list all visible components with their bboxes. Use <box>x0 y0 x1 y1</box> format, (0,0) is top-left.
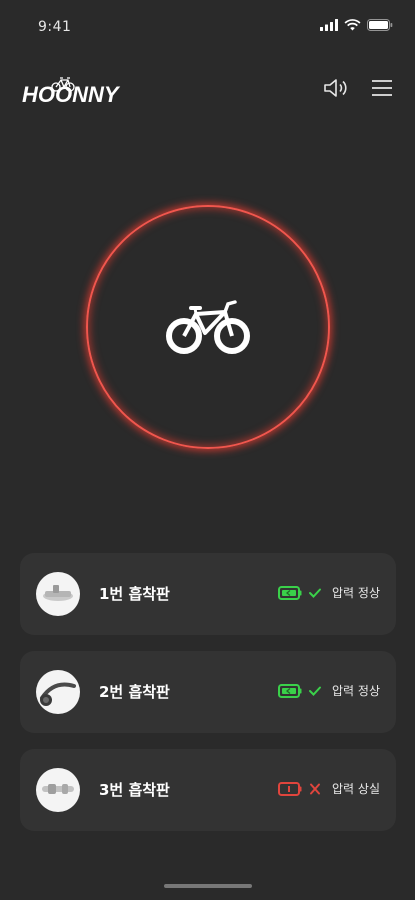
battery-ok-icon <box>278 585 302 600</box>
suction-cup-thumbnail <box>36 670 80 714</box>
close-x-icon <box>310 783 321 794</box>
cellular-signal-icon <box>320 19 338 31</box>
suction-cup-name: 2번 흡착판 <box>99 683 170 701</box>
wifi-icon <box>344 19 361 31</box>
bicycle-icon <box>165 297 251 357</box>
pressure-status-label: 압력 상실 <box>332 782 380 796</box>
svg-text:HOONNY: HOONNY <box>22 82 121 104</box>
pressure-status: 압력 정상 <box>278 584 380 601</box>
suction-cup-name: 3번 흡착판 <box>99 781 170 799</box>
status-time: 9:41 <box>38 19 72 35</box>
suction-cup-card-2[interactable]: 2번 흡착판 압력 정상 <box>20 651 396 733</box>
suction-cup-name: 1번 흡착판 <box>99 585 170 603</box>
status-bar: 9:41 <box>0 0 415 54</box>
pressure-status-label: 압력 정상 <box>332 586 380 600</box>
check-icon <box>309 588 322 598</box>
app-header: HOONNY <box>0 70 415 110</box>
home-indicator[interactable] <box>164 884 252 888</box>
battery-icon <box>367 19 393 31</box>
menu-button[interactable] <box>368 74 396 102</box>
check-icon <box>309 686 322 696</box>
battery-ok-icon <box>278 683 302 698</box>
speaker-icon <box>324 79 347 97</box>
connection-status-ring[interactable] <box>86 205 330 449</box>
hamburger-menu-icon <box>372 80 392 96</box>
suction-cup-thumbnail <box>36 768 80 812</box>
suction-cup-card-3[interactable]: 3번 흡착판 압력 상실 <box>20 749 396 831</box>
app-logo: HOONNY <box>22 76 130 107</box>
pressure-status-label: 압력 정상 <box>332 684 380 698</box>
suction-cup-card-1[interactable]: 1번 흡착판 압력 정상 <box>20 553 396 635</box>
pressure-status: 압력 정상 <box>278 682 380 699</box>
status-icons <box>320 19 393 31</box>
suction-cup-thumbnail <box>36 572 80 616</box>
sound-button[interactable] <box>322 74 352 102</box>
pressure-status: 압력 상실 <box>278 780 380 797</box>
battery-empty-icon <box>278 781 302 796</box>
